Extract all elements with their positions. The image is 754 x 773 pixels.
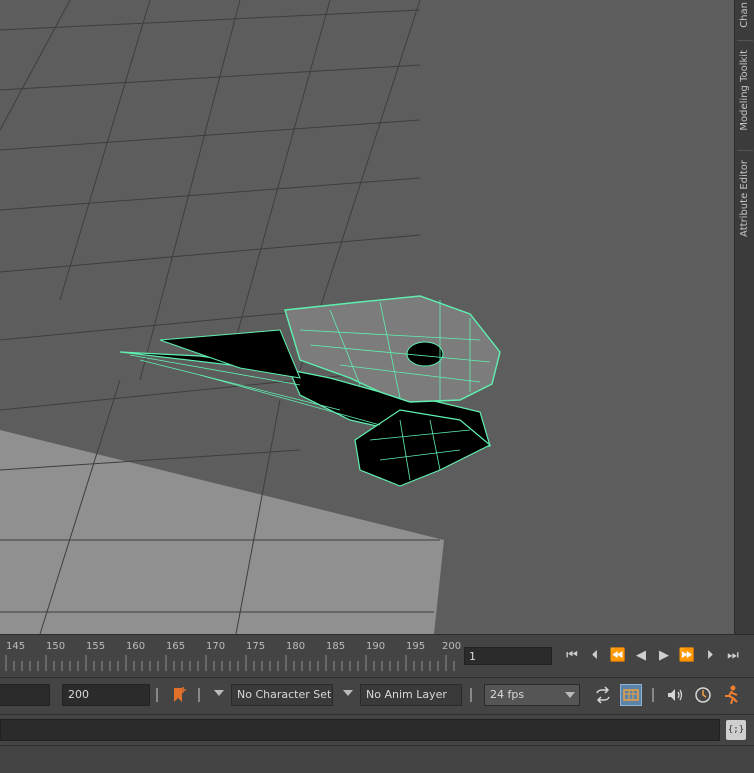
tab-modeling-toolkit-label: Modeling Toolkit [739, 50, 750, 131]
cache-playback-icon[interactable] [620, 684, 642, 706]
tick-label: 155 [86, 641, 106, 652]
character-set-menu-icon[interactable] [214, 690, 224, 696]
anim-layer-menu-icon[interactable] [343, 690, 353, 696]
fps-label: 24 fps [490, 688, 525, 701]
bookmark-icon[interactable] [168, 684, 190, 706]
current-frame-field[interactable]: 1 [464, 647, 552, 665]
tick-label: 145 [6, 641, 26, 652]
step-back-frame-icon[interactable]: ⏪ [608, 646, 628, 666]
step-forward-frame-icon[interactable]: ⏩ [677, 646, 697, 666]
loop-glyph [596, 686, 610, 704]
loop-icon[interactable] [592, 684, 614, 706]
tick-label: 200 [442, 641, 462, 652]
ruler-ticks [5, 655, 455, 671]
step-back-key-icon[interactable]: ⏴ [585, 646, 605, 666]
tab-separator [737, 40, 753, 41]
character-runner-glyph [725, 685, 738, 705]
command-line-bar: {;} [0, 714, 754, 745]
sound-glyph [668, 689, 683, 701]
script-editor-icon[interactable]: {;} [726, 720, 746, 740]
range-slider-bar: 200 No Character Set No Anim Layer 24 fp… [0, 677, 754, 714]
tick-label: 195 [406, 641, 426, 652]
tick-label: 180 [286, 641, 306, 652]
side-tab-strip: Chan Modeling Toolkit Attribute Editor [734, 0, 754, 634]
tab-channel-box-label: Chan [739, 2, 750, 28]
tick-label: 150 [46, 641, 66, 652]
time-slider[interactable]: 145 150 155 160 165 170 175 180 185 190 … [0, 634, 754, 677]
anim-layer-dropdown[interactable]: No Anim Layer [360, 684, 462, 706]
viewport-panel[interactable] [0, 0, 734, 634]
playback-speed-glyph [695, 687, 711, 703]
range-start-field[interactable] [0, 684, 50, 706]
time-ruler[interactable]: 145 150 155 160 165 170 175 180 185 190 … [0, 637, 462, 673]
fps-dropdown[interactable]: 24 fps [484, 684, 580, 706]
play-forward-icon[interactable]: ▶ [654, 646, 674, 666]
step-forward-key-icon[interactable]: ⏵ [700, 646, 720, 666]
chevron-down-icon [565, 692, 575, 698]
tab-modeling-toolkit[interactable]: Modeling Toolkit [735, 50, 754, 140]
tick-label: 160 [126, 641, 146, 652]
character-runner-icon[interactable] [720, 684, 742, 706]
separator [156, 685, 158, 705]
tab-attribute-editor-label: Attribute Editor [739, 160, 750, 237]
go-to-start-icon[interactable]: ⏮ [562, 646, 582, 666]
separator [470, 685, 472, 705]
tab-channel-box[interactable]: Chan [735, 2, 754, 32]
separator [652, 685, 654, 705]
sound-icon[interactable] [664, 684, 686, 706]
tab-separator [737, 150, 753, 151]
tick-label: 185 [326, 641, 346, 652]
tick-label: 165 [166, 641, 186, 652]
wireframe-mesh[interactable] [119, 295, 501, 487]
cache-playback-glyph [623, 689, 639, 701]
playback-speed-icon[interactable] [692, 684, 714, 706]
separator [198, 685, 200, 705]
tick-label: 190 [366, 641, 386, 652]
play-backward-icon[interactable]: ◀ [631, 646, 651, 666]
bookmark-glyph [174, 687, 186, 702]
tick-label: 170 [206, 641, 226, 652]
viewport-scene[interactable] [0, 0, 734, 634]
help-line [0, 745, 754, 773]
tab-attribute-editor[interactable]: Attribute Editor [735, 160, 754, 244]
range-end-field[interactable]: 200 [62, 684, 150, 706]
go-to-end-icon[interactable]: ⏭ [723, 646, 743, 666]
tick-label: 175 [246, 641, 266, 652]
character-set-dropdown[interactable]: No Character Set [231, 684, 333, 706]
command-input[interactable] [0, 719, 720, 741]
